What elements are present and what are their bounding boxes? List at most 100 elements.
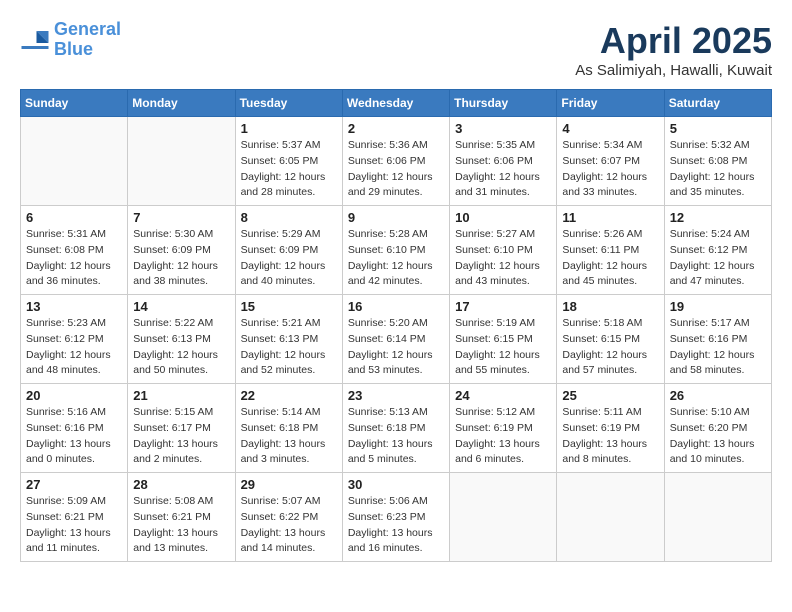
day-info: Sunrise: 5:30 AMSunset: 6:09 PMDaylight:…: [133, 227, 229, 290]
calendar-cell: 15 Sunrise: 5:21 AMSunset: 6:13 PMDayligh…: [235, 295, 342, 384]
day-info: Sunrise: 5:16 AMSunset: 6:16 PMDaylight:…: [26, 405, 122, 468]
week-row-1: 1 Sunrise: 5:37 AMSunset: 6:05 PMDaylight…: [21, 117, 772, 206]
weekday-header-sunday: Sunday: [21, 90, 128, 117]
calendar-cell: 28Sunrise: 5:08 AMSunset: 6:21 PMDayligh…: [128, 473, 235, 562]
weekday-header-thursday: Thursday: [450, 90, 557, 117]
calendar-cell: 30 Sunrise: 5:06 AMSunset: 6:23 PMDayligh…: [342, 473, 449, 562]
calendar-cell: 10Sunrise: 5:27 AMSunset: 6:10 PMDayligh…: [450, 206, 557, 295]
calendar-cell: 9 Sunrise: 5:28 AMSunset: 6:10 PMDaylight…: [342, 206, 449, 295]
calendar-cell: 17 Sunrise: 5:19 AMSunset: 6:15 PMDayligh…: [450, 295, 557, 384]
day-number: 16: [348, 299, 444, 314]
calendar-cell: 6 Sunrise: 5:31 AMSunset: 6:08 PMDaylight…: [21, 206, 128, 295]
day-info: Sunrise: 5:23 AMSunset: 6:12 PMDaylight:…: [26, 316, 122, 379]
calendar-cell: [128, 117, 235, 206]
day-info: Sunrise: 5:19 AMSunset: 6:15 PMDaylight:…: [455, 316, 551, 379]
calendar-cell: 27 Sunrise: 5:09 AMSunset: 6:21 PMDayligh…: [21, 473, 128, 562]
calendar-cell: 22 Sunrise: 5:14 AMSunset: 6:18 PMDayligh…: [235, 384, 342, 473]
day-number: 6: [26, 210, 122, 225]
day-number: 4: [562, 121, 658, 136]
day-info: Sunrise: 5:22 AMSunset: 6:13 PMDaylight:…: [133, 316, 229, 379]
title-block: April 2025 As Salimiyah, Hawalli, Kuwait: [575, 20, 772, 79]
day-number: 17: [455, 299, 551, 314]
day-info: Sunrise: 5:31 AMSunset: 6:08 PMDaylight:…: [26, 227, 122, 290]
day-number: 27: [26, 477, 122, 492]
day-info: Sunrise: 5:17 AMSunset: 6:16 PMDaylight:…: [670, 316, 766, 379]
calendar-cell: [557, 473, 664, 562]
logo-icon: [20, 25, 50, 55]
month-title: April 2025: [575, 20, 772, 62]
calendar-cell: 8 Sunrise: 5:29 AMSunset: 6:09 PMDaylight…: [235, 206, 342, 295]
day-info: Sunrise: 5:34 AMSunset: 6:07 PMDaylight:…: [562, 138, 658, 201]
day-info: Sunrise: 5:32 AMSunset: 6:08 PMDaylight:…: [670, 138, 766, 201]
day-number: 8: [241, 210, 337, 225]
day-number: 11: [562, 210, 658, 225]
day-number: 1: [241, 121, 337, 136]
weekday-header-wednesday: Wednesday: [342, 90, 449, 117]
calendar-cell: [21, 117, 128, 206]
day-number: 22: [241, 388, 337, 403]
calendar-cell: 2Sunrise: 5:36 AMSunset: 6:06 PMDaylight…: [342, 117, 449, 206]
day-number: 25: [562, 388, 658, 403]
day-number: 14: [133, 299, 229, 314]
day-info: Sunrise: 5:13 AMSunset: 6:18 PMDaylight:…: [348, 405, 444, 468]
day-info: Sunrise: 5:08 AMSunset: 6:21 PMDaylight:…: [133, 494, 229, 557]
day-info: Sunrise: 5:18 AMSunset: 6:15 PMDaylight:…: [562, 316, 658, 379]
day-info: Sunrise: 5:11 AMSunset: 6:19 PMDaylight:…: [562, 405, 658, 468]
day-info: Sunrise: 5:26 AMSunset: 6:11 PMDaylight:…: [562, 227, 658, 290]
day-number: 30: [348, 477, 444, 492]
day-info: Sunrise: 5:28 AMSunset: 6:10 PMDaylight:…: [348, 227, 444, 290]
day-info: Sunrise: 5:36 AMSunset: 6:06 PMDaylight:…: [348, 138, 444, 201]
calendar-cell: [664, 473, 771, 562]
day-info: Sunrise: 5:09 AMSunset: 6:21 PMDaylight:…: [26, 494, 122, 557]
calendar-cell: 23 Sunrise: 5:13 AMSunset: 6:18 PMDayligh…: [342, 384, 449, 473]
calendar-cell: 19 Sunrise: 5:17 AMSunset: 6:16 PMDayligh…: [664, 295, 771, 384]
day-info: Sunrise: 5:37 AMSunset: 6:05 PMDaylight:…: [241, 138, 337, 201]
calendar-cell: 13 Sunrise: 5:23 AMSunset: 6:12 PMDayligh…: [21, 295, 128, 384]
weekday-header-monday: Monday: [128, 90, 235, 117]
day-number: 18: [562, 299, 658, 314]
weekday-header-friday: Friday: [557, 90, 664, 117]
day-info: Sunrise: 5:21 AMSunset: 6:13 PMDaylight:…: [241, 316, 337, 379]
weekday-header-saturday: Saturday: [664, 90, 771, 117]
day-info: Sunrise: 5:07 AMSunset: 6:22 PMDaylight:…: [241, 494, 337, 557]
week-row-4: 20Sunrise: 5:16 AMSunset: 6:16 PMDayligh…: [21, 384, 772, 473]
day-info: Sunrise: 5:29 AMSunset: 6:09 PMDaylight:…: [241, 227, 337, 290]
calendar-cell: 29 Sunrise: 5:07 AMSunset: 6:22 PMDayligh…: [235, 473, 342, 562]
day-number: 7: [133, 210, 229, 225]
weekday-header-tuesday: Tuesday: [235, 90, 342, 117]
day-number: 23: [348, 388, 444, 403]
day-number: 26: [670, 388, 766, 403]
day-number: 19: [670, 299, 766, 314]
day-number: 15: [241, 299, 337, 314]
calendar-table: SundayMondayTuesdayWednesdayThursdayFrid…: [20, 89, 772, 562]
calendar-cell: 18 Sunrise: 5:18 AMSunset: 6:15 PMDayligh…: [557, 295, 664, 384]
day-number: 9: [348, 210, 444, 225]
day-info: Sunrise: 5:06 AMSunset: 6:23 PMDaylight:…: [348, 494, 444, 557]
calendar-cell: 12 Sunrise: 5:24 AMSunset: 6:12 PMDayligh…: [664, 206, 771, 295]
week-row-2: 6 Sunrise: 5:31 AMSunset: 6:08 PMDaylight…: [21, 206, 772, 295]
calendar-cell: 16 Sunrise: 5:20 AMSunset: 6:14 PMDayligh…: [342, 295, 449, 384]
day-number: 24: [455, 388, 551, 403]
calendar-cell: 4 Sunrise: 5:34 AMSunset: 6:07 PMDaylight…: [557, 117, 664, 206]
calendar-cell: 11 Sunrise: 5:26 AMSunset: 6:11 PMDayligh…: [557, 206, 664, 295]
day-number: 13: [26, 299, 122, 314]
calendar-cell: 21Sunrise: 5:15 AMSunset: 6:17 PMDayligh…: [128, 384, 235, 473]
logo-general: General: [54, 19, 121, 39]
day-number: 12: [670, 210, 766, 225]
day-info: Sunrise: 5:14 AMSunset: 6:18 PMDaylight:…: [241, 405, 337, 468]
calendar-cell: 20Sunrise: 5:16 AMSunset: 6:16 PMDayligh…: [21, 384, 128, 473]
day-info: Sunrise: 5:24 AMSunset: 6:12 PMDaylight:…: [670, 227, 766, 290]
calendar-cell: 7 Sunrise: 5:30 AMSunset: 6:09 PMDaylight…: [128, 206, 235, 295]
calendar-cell: [450, 473, 557, 562]
logo: General Blue: [20, 20, 121, 60]
calendar-cell: 5Sunrise: 5:32 AMSunset: 6:08 PMDaylight…: [664, 117, 771, 206]
calendar-cell: 24 Sunrise: 5:12 AMSunset: 6:19 PMDayligh…: [450, 384, 557, 473]
day-number: 29: [241, 477, 337, 492]
day-info: Sunrise: 5:12 AMSunset: 6:19 PMDaylight:…: [455, 405, 551, 468]
logo-blue: Blue: [54, 39, 93, 59]
day-info: Sunrise: 5:20 AMSunset: 6:14 PMDaylight:…: [348, 316, 444, 379]
day-number: 10: [455, 210, 551, 225]
calendar-cell: 1 Sunrise: 5:37 AMSunset: 6:05 PMDaylight…: [235, 117, 342, 206]
weekday-header-row: SundayMondayTuesdayWednesdayThursdayFrid…: [21, 90, 772, 117]
calendar-cell: 3Sunrise: 5:35 AMSunset: 6:06 PMDaylight…: [450, 117, 557, 206]
